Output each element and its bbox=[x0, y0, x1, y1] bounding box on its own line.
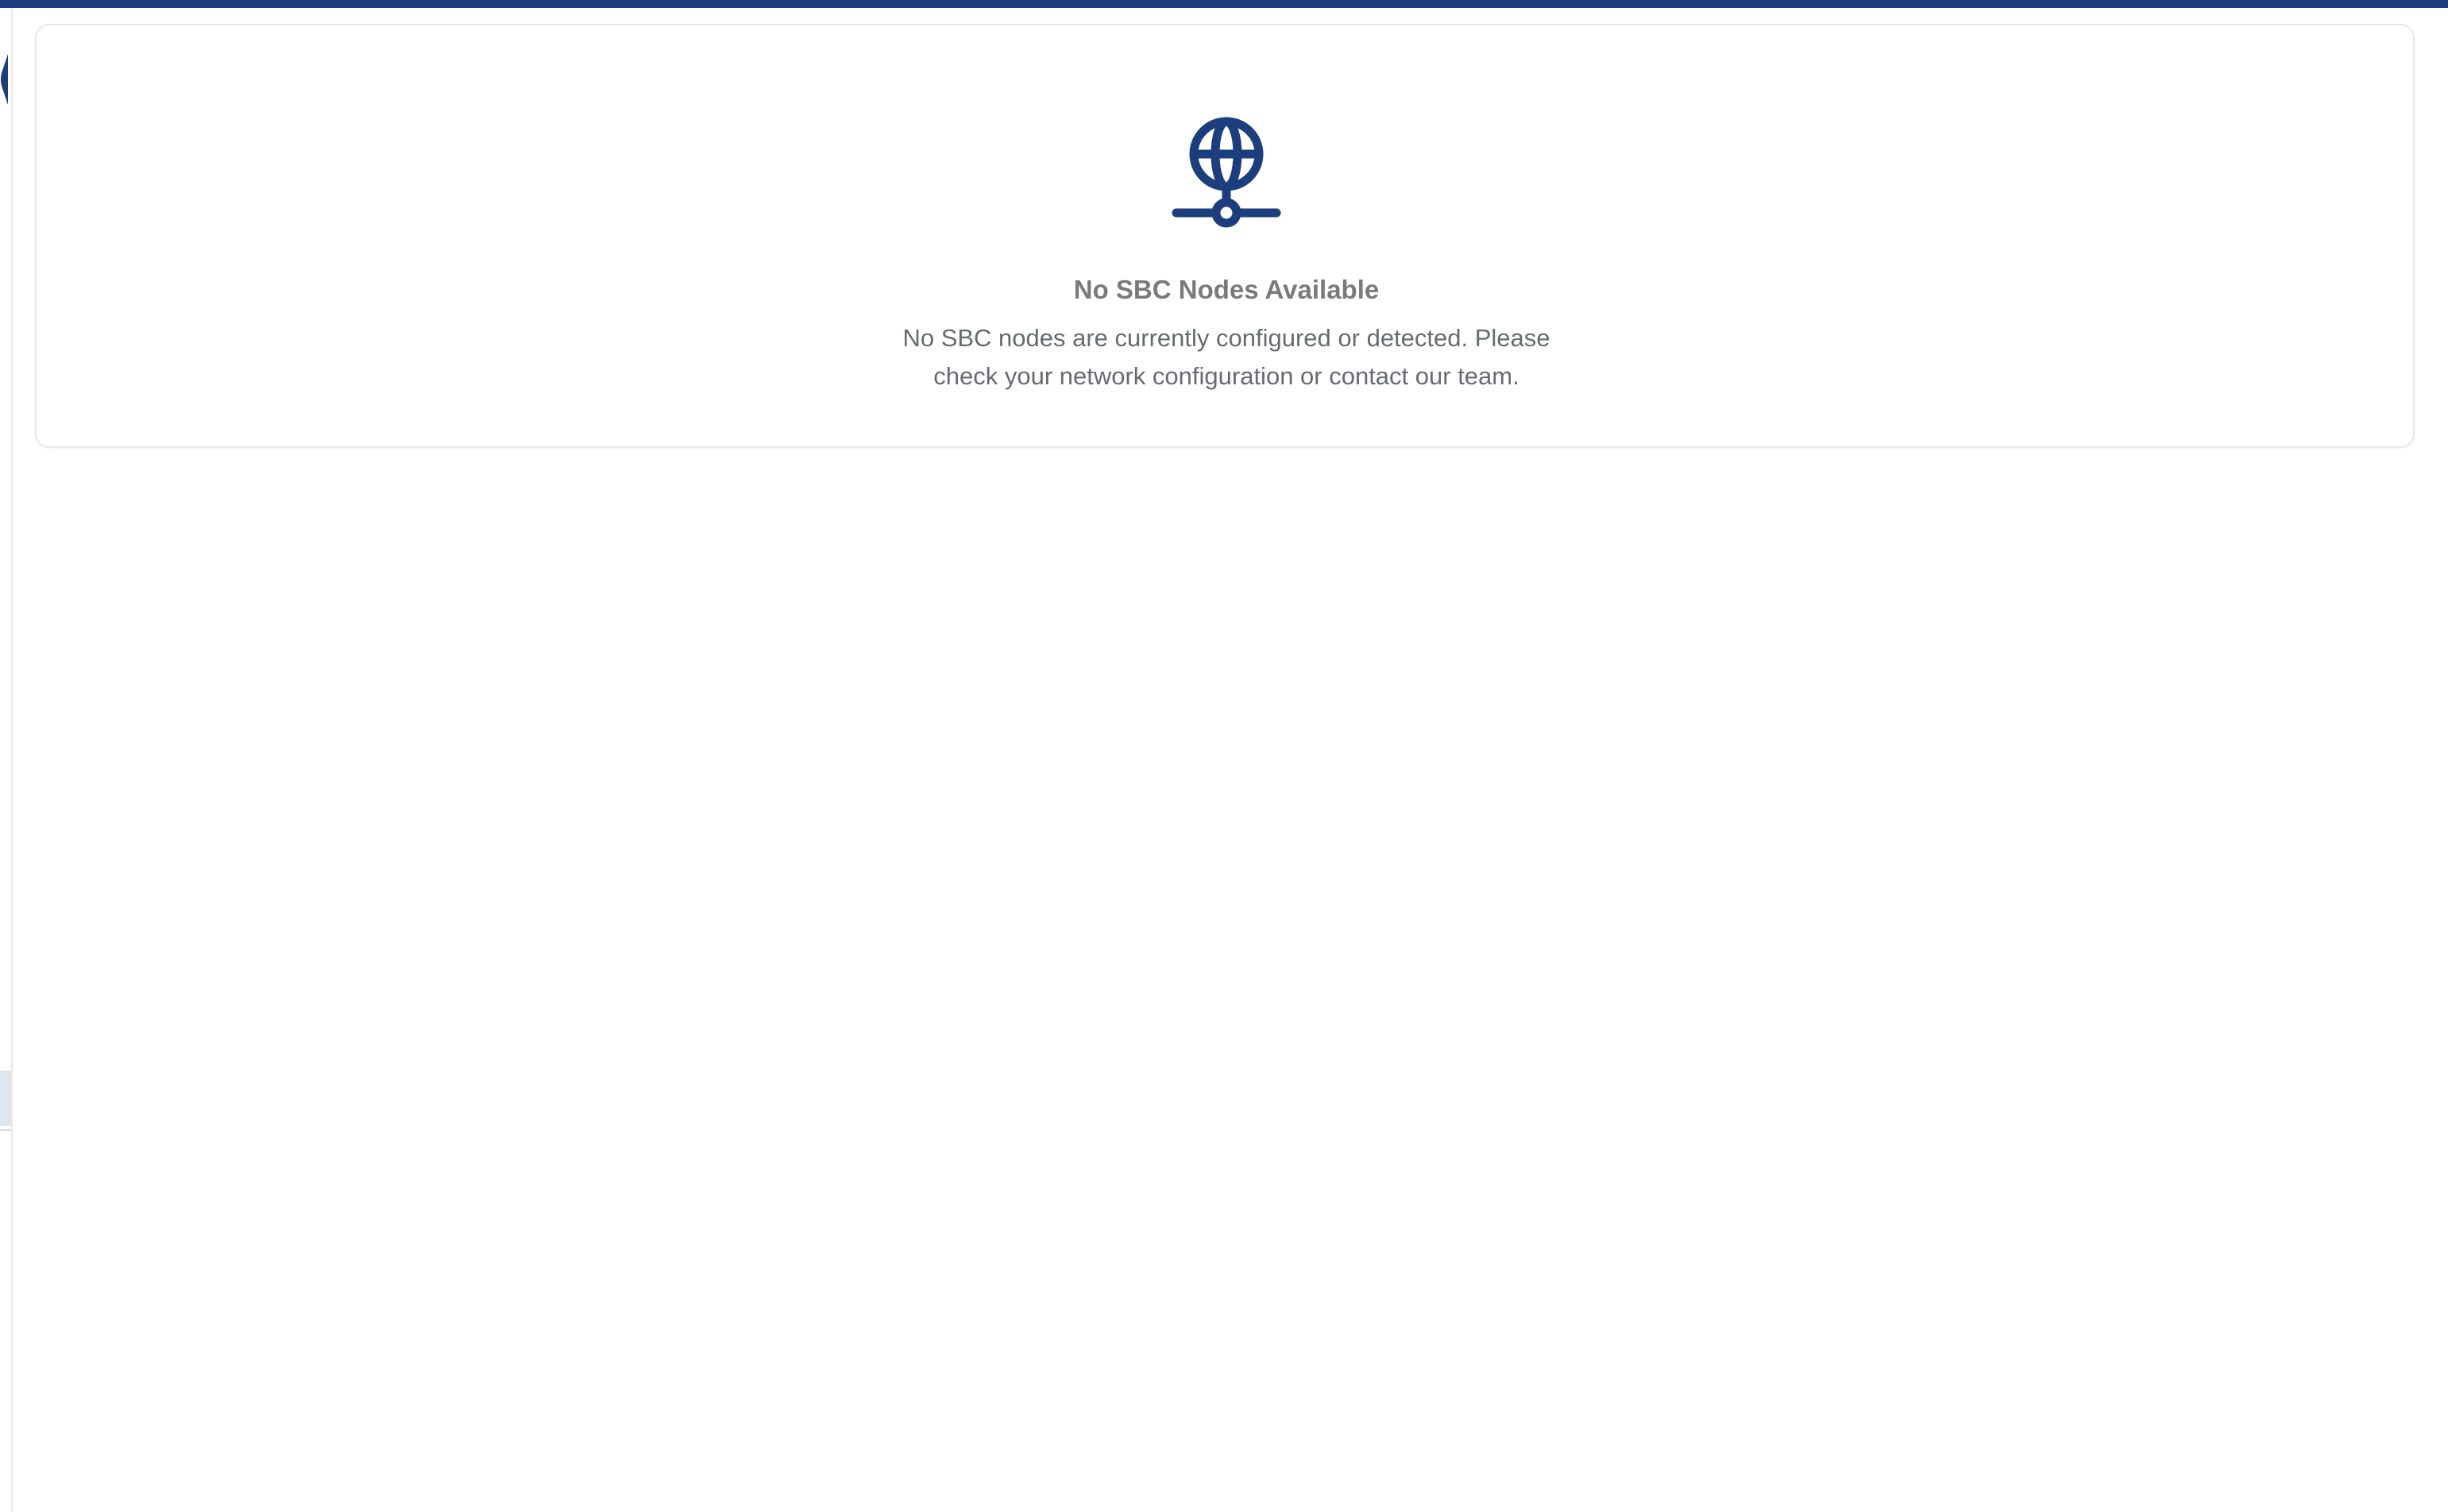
top-accent-bar bbox=[0, 0, 2448, 8]
empty-state-description: No SBC nodes are currently configured or… bbox=[902, 324, 1550, 390]
sidebar-collapsed bbox=[0, 8, 13, 1512]
network-globe-icon bbox=[1171, 113, 1282, 232]
sidebar-divider bbox=[0, 1129, 11, 1131]
chevron-left-icon bbox=[1, 54, 8, 105]
sidebar-active-item[interactable] bbox=[0, 1070, 11, 1126]
empty-state-title: No SBC Nodes Available bbox=[1073, 275, 1380, 304]
sidebar-expand-toggle[interactable] bbox=[0, 54, 8, 105]
